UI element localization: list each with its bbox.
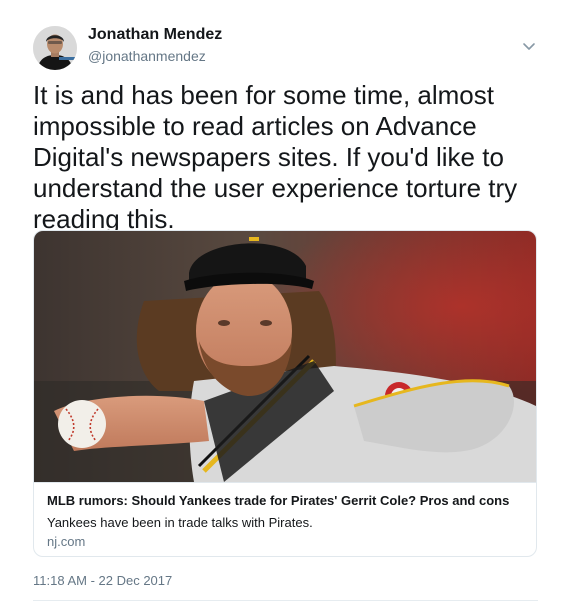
chevron-down-icon[interactable] [519, 36, 539, 56]
tweet-timestamp[interactable]: 11:18 AM - 22 Dec 2017 [33, 573, 172, 588]
card-title[interactable]: MLB rumors: Should Yankees trade for Pir… [47, 493, 527, 508]
author-handle[interactable]: @jonathanmendez [88, 48, 206, 64]
card-domain: nj.com [47, 534, 86, 549]
link-card[interactable]: MLB rumors: Should Yankees trade for Pir… [33, 230, 537, 557]
avatar-photo [33, 26, 77, 70]
author-name[interactable]: Jonathan Mendez [88, 26, 222, 44]
card-image[interactable] [34, 231, 536, 482]
card-meta[interactable]: MLB rumors: Should Yankees trade for Pir… [34, 482, 536, 556]
avatar[interactable] [33, 26, 77, 70]
card-description: Yankees have been in trade talks with Pi… [47, 515, 313, 530]
divider [33, 600, 538, 601]
tweet-text: It is and has been for some time, almost… [33, 80, 518, 234]
tweet: Jonathan Mendez @jonathanmendez It is an… [0, 0, 570, 604]
